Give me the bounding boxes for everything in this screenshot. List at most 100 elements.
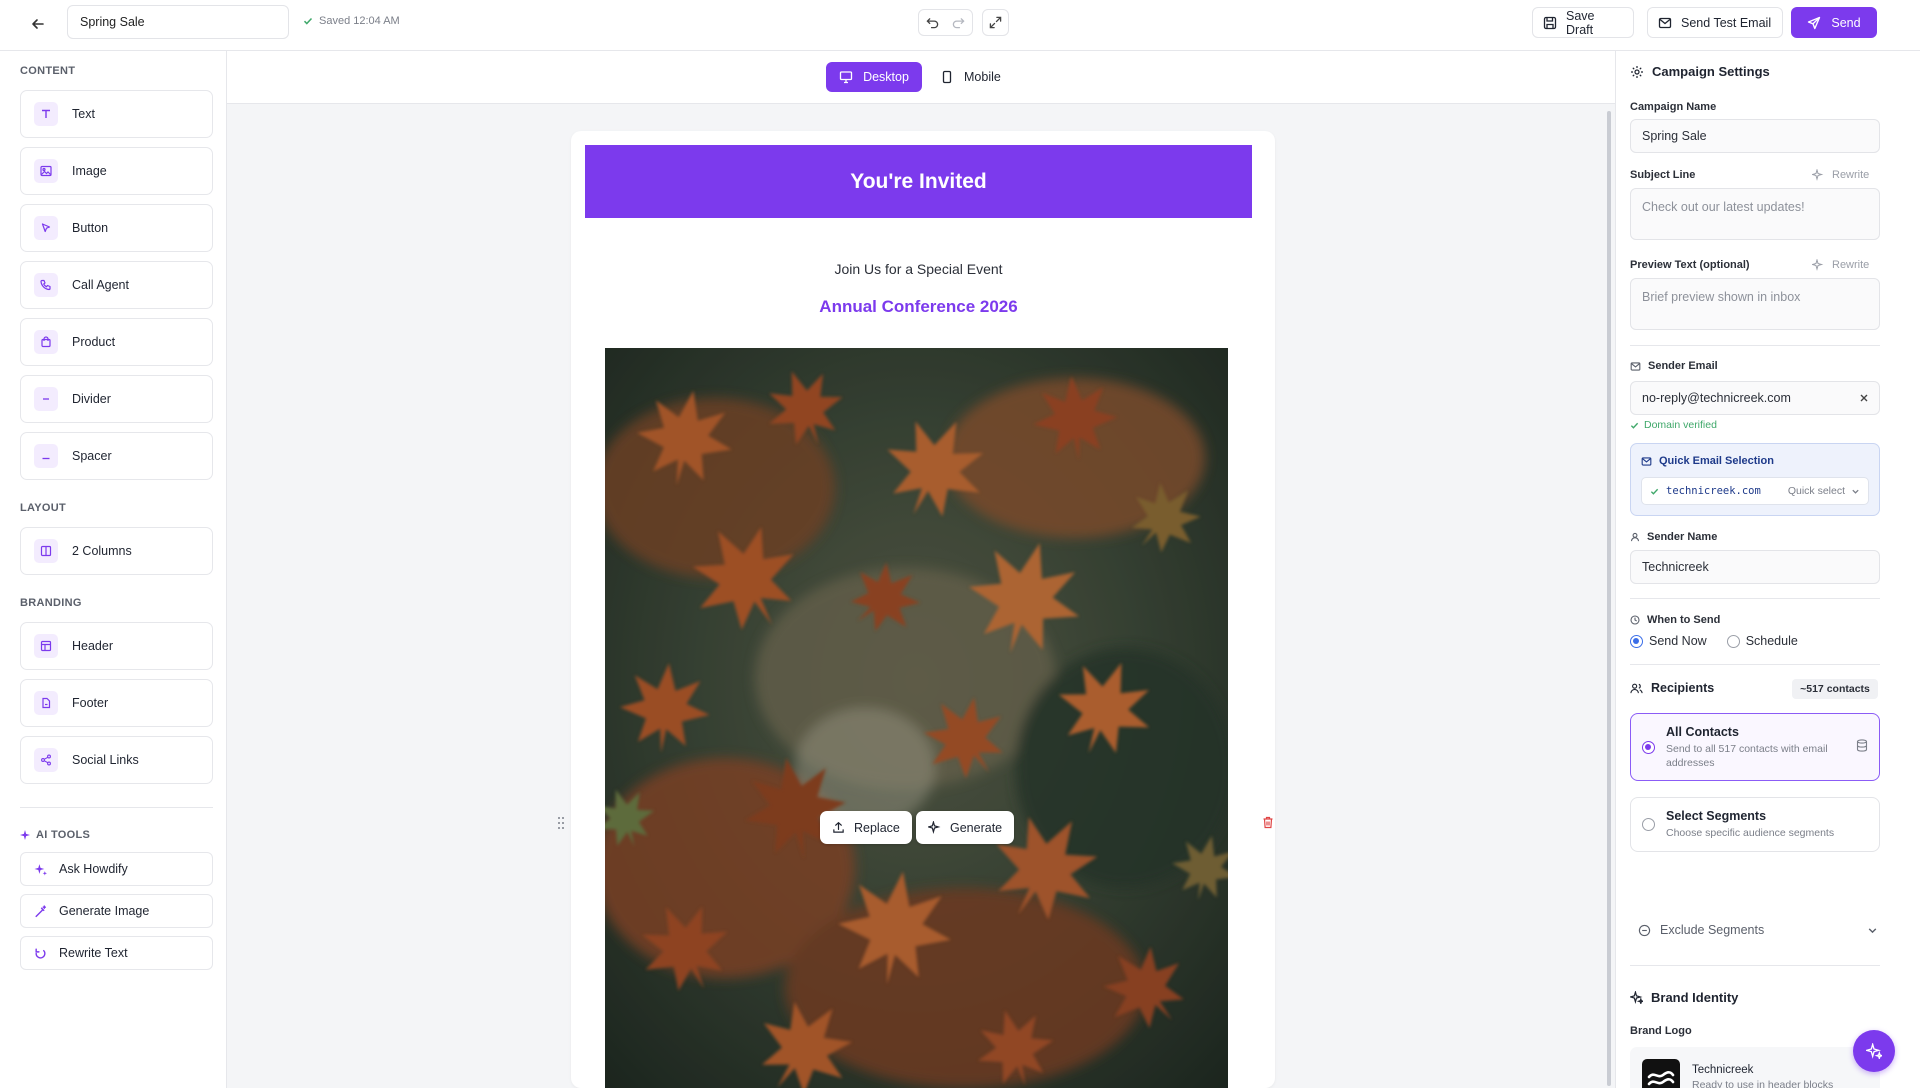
all-contacts-option[interactable]: All Contacts Send to all 517 contacts wi… xyxy=(1630,713,1880,781)
quick-email-selection: Quick Email Selection technicreek.com Qu… xyxy=(1630,443,1880,516)
redo-icon[interactable] xyxy=(946,10,973,35)
brand-logo-label: Brand Logo xyxy=(1630,1025,1692,1037)
campaign-name-input[interactable]: Spring Sale xyxy=(67,5,289,39)
canvas-scrollbar[interactable] xyxy=(1607,111,1611,1086)
generate-image-button[interactable]: Generate Image xyxy=(20,894,213,928)
footer-file-icon xyxy=(34,691,58,715)
blocks-sidebar: CONTENT Text Image Button Call Agent Pro… xyxy=(0,51,227,1088)
block-header[interactable]: Header xyxy=(20,622,213,670)
check-icon xyxy=(1650,487,1659,496)
block-social-links[interactable]: Social Links xyxy=(20,736,213,784)
maple-leaves-photo xyxy=(605,348,1228,1088)
undo-icon[interactable] xyxy=(919,10,946,35)
back-arrow-icon[interactable] xyxy=(26,12,50,36)
fullscreen-icon[interactable] xyxy=(982,9,1009,36)
send-timing-options: Send Now Schedule xyxy=(1630,634,1798,648)
mobile-label: Mobile xyxy=(964,70,1001,84)
send-button[interactable]: Send xyxy=(1791,7,1877,38)
block-product[interactable]: Product xyxy=(20,318,213,366)
email-hero-image[interactable]: Replace Generate xyxy=(605,348,1228,1088)
drag-handle-icon[interactable] xyxy=(557,816,565,830)
block-spacer-label: Spacer xyxy=(72,449,112,463)
saved-status-text: Saved 12:04 AM xyxy=(319,15,400,27)
all-contacts-title: All Contacts xyxy=(1666,725,1739,739)
quick-email-domain-select[interactable]: technicreek.com Quick select xyxy=(1641,477,1869,505)
desktop-view-button[interactable]: Desktop xyxy=(826,62,922,92)
saved-status: Saved 12:04 AM xyxy=(303,15,400,27)
desktop-label: Desktop xyxy=(863,70,909,84)
generate-label: Generate xyxy=(950,820,1003,835)
block-footer[interactable]: Footer xyxy=(20,679,213,727)
send-test-email-button[interactable]: Send Test Email xyxy=(1647,7,1783,38)
rewrite-text-button[interactable]: Rewrite Text xyxy=(20,936,213,970)
minus-icon xyxy=(34,387,58,411)
ai-assistant-fab[interactable] xyxy=(1853,1030,1895,1072)
block-spacer[interactable]: Spacer xyxy=(20,432,213,480)
divider xyxy=(1630,598,1880,599)
block-social-links-label: Social Links xyxy=(72,753,139,767)
campaign-name-field[interactable]: Spring Sale xyxy=(1630,119,1880,153)
save-draft-button[interactable]: Save Draft xyxy=(1532,7,1634,38)
sparkles-icon xyxy=(1630,991,1643,1004)
ask-howdify-button[interactable]: Ask Howdify xyxy=(20,852,213,886)
clock-icon xyxy=(1630,615,1640,625)
block-product-label: Product xyxy=(72,335,116,349)
email-subheading[interactable]: Join Us for a Special Event xyxy=(571,261,1266,277)
content-section-title: CONTENT xyxy=(20,65,76,77)
trash-icon[interactable] xyxy=(1262,816,1274,829)
email-header-banner[interactable]: You're Invited xyxy=(585,145,1252,218)
chevron-down-icon xyxy=(1851,487,1860,496)
refresh-icon xyxy=(34,947,47,960)
schedule-radio[interactable] xyxy=(1726,634,1740,648)
subject-rewrite-button[interactable]: Rewrite xyxy=(1812,169,1869,181)
block-button[interactable]: Button xyxy=(20,204,213,252)
chevron-down-icon xyxy=(1867,925,1878,936)
block-two-columns[interactable]: 2 Columns xyxy=(20,527,213,575)
campaign-settings-title: Campaign Settings xyxy=(1630,64,1770,79)
all-contacts-radio[interactable] xyxy=(1642,741,1655,754)
preview-rewrite-button[interactable]: Rewrite xyxy=(1812,259,1869,271)
send-now-radio[interactable] xyxy=(1630,634,1643,648)
email-title[interactable]: Annual Conference 2026 xyxy=(571,297,1266,317)
users-icon xyxy=(1630,682,1643,695)
sender-name-field[interactable]: Technicreek xyxy=(1630,550,1880,584)
domain-verified-status: Domain verified xyxy=(1630,419,1717,431)
select-segments-radio[interactable] xyxy=(1642,818,1655,831)
save-icon xyxy=(1543,16,1557,30)
select-segments-title: Select Segments xyxy=(1666,809,1767,823)
send-test-email-label: Send Test Email xyxy=(1681,15,1772,30)
sender-email-field[interactable]: no-reply@technicreek.com xyxy=(1630,381,1880,415)
sparkles-icon xyxy=(20,830,30,840)
preview-text-label: Preview Text (optional) xyxy=(1630,259,1750,271)
user-icon xyxy=(1630,532,1640,542)
recipients-title-text: Recipients xyxy=(1651,681,1715,695)
share-icon xyxy=(34,748,58,772)
when-to-send-label: When to Send xyxy=(1630,614,1720,626)
sender-email-label: Sender Email xyxy=(1630,360,1718,372)
subject-line-input[interactable]: Check out our latest updates! xyxy=(1630,188,1880,240)
quick-select-dropdown[interactable]: Quick select xyxy=(1788,485,1860,497)
text-icon xyxy=(34,102,58,126)
domain-verified-text: Domain verified xyxy=(1644,419,1717,431)
divider xyxy=(1630,345,1880,346)
mobile-view-button[interactable]: Mobile xyxy=(940,62,1001,92)
layout-section-title: LAYOUT xyxy=(20,502,67,514)
generate-image-inline-button[interactable]: Generate xyxy=(916,811,1015,844)
preview-rewrite-label: Rewrite xyxy=(1832,259,1870,271)
mail-icon xyxy=(1641,456,1652,467)
brand-logo-card[interactable]: Technicreek Ready to use in header block… xyxy=(1630,1047,1880,1088)
block-text[interactable]: Text xyxy=(20,90,213,138)
brand-identity-title-text: Brand Identity xyxy=(1651,990,1739,1005)
block-image[interactable]: Image xyxy=(20,147,213,195)
send-now-label: Send Now xyxy=(1649,634,1707,648)
replace-image-button[interactable]: Replace xyxy=(820,811,912,844)
exclude-segments-toggle[interactable]: Exclude Segments xyxy=(1638,923,1878,937)
preview-text-input[interactable]: Brief preview shown in inbox xyxy=(1630,278,1880,330)
block-button-label: Button xyxy=(72,221,109,235)
select-segments-option[interactable]: Select Segments Choose specific audience… xyxy=(1630,797,1880,852)
when-to-send-label-text: When to Send xyxy=(1647,614,1721,626)
sender-name-label: Sender Name xyxy=(1630,531,1717,543)
block-call-agent[interactable]: Call Agent xyxy=(20,261,213,309)
block-divider[interactable]: Divider xyxy=(20,375,213,423)
close-icon[interactable] xyxy=(1859,393,1869,403)
